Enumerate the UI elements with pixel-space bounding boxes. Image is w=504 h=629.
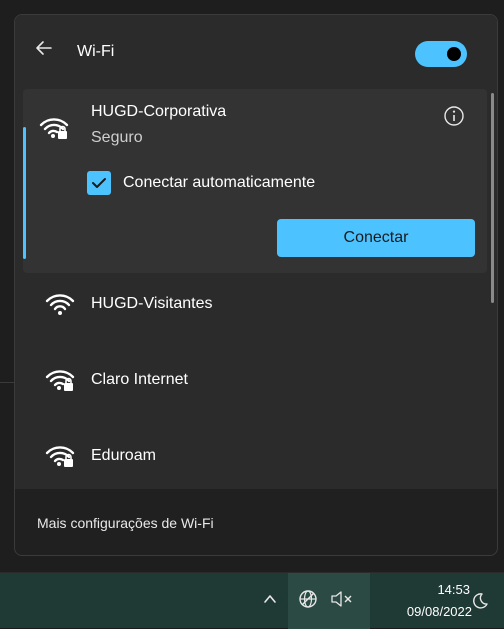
background-divider <box>0 382 14 383</box>
globe-icon <box>298 589 318 614</box>
clock-time[interactable]: 14:53 <box>400 582 470 597</box>
wifi-locked-icon <box>45 367 75 393</box>
chevron-up-icon[interactable] <box>262 591 278 612</box>
network-name: Claro Internet <box>91 371 188 388</box>
clock-date[interactable]: 09/08/2022 <box>372 604 472 619</box>
toggle-knob <box>447 47 461 61</box>
network-name: HUGD-Corporativa <box>91 103 227 120</box>
network-item-hugd-visitantes[interactable]: HUGD-Visitantes <box>15 277 491 333</box>
network-status: Seguro <box>91 129 143 146</box>
connect-button[interactable]: Conectar <box>277 219 475 257</box>
back-arrow-icon[interactable] <box>33 37 55 59</box>
speaker-muted-icon <box>330 590 354 613</box>
network-name: HUGD-Visitantes <box>91 295 213 312</box>
moon-icon[interactable] <box>470 591 490 616</box>
network-item-claro-internet[interactable]: Claro Internet <box>15 353 491 409</box>
scrollbar[interactable] <box>491 93 494 303</box>
wifi-locked-icon <box>39 115 69 141</box>
flyout-title: Wi-Fi <box>77 43 115 60</box>
taskbar <box>0 572 504 629</box>
wifi-icon <box>45 291 75 317</box>
wifi-flyout: Wi-Fi HUGD-Corporativa Seguro Conectar a… <box>14 14 498 556</box>
quick-settings-button[interactable] <box>288 573 370 629</box>
flyout-header: Wi-Fi <box>15 15 497 85</box>
network-item-eduroam[interactable]: Eduroam <box>15 429 491 485</box>
info-icon[interactable] <box>443 105 465 127</box>
auto-connect-label: Conectar automaticamente <box>123 174 316 191</box>
auto-connect-checkbox[interactable] <box>87 171 111 195</box>
wifi-toggle[interactable] <box>415 41 467 67</box>
more-wifi-settings-link[interactable]: Mais configurações de Wi-Fi <box>37 515 214 531</box>
network-name: Eduroam <box>91 447 156 464</box>
wifi-locked-icon <box>45 443 75 469</box>
selection-indicator <box>23 127 26 259</box>
